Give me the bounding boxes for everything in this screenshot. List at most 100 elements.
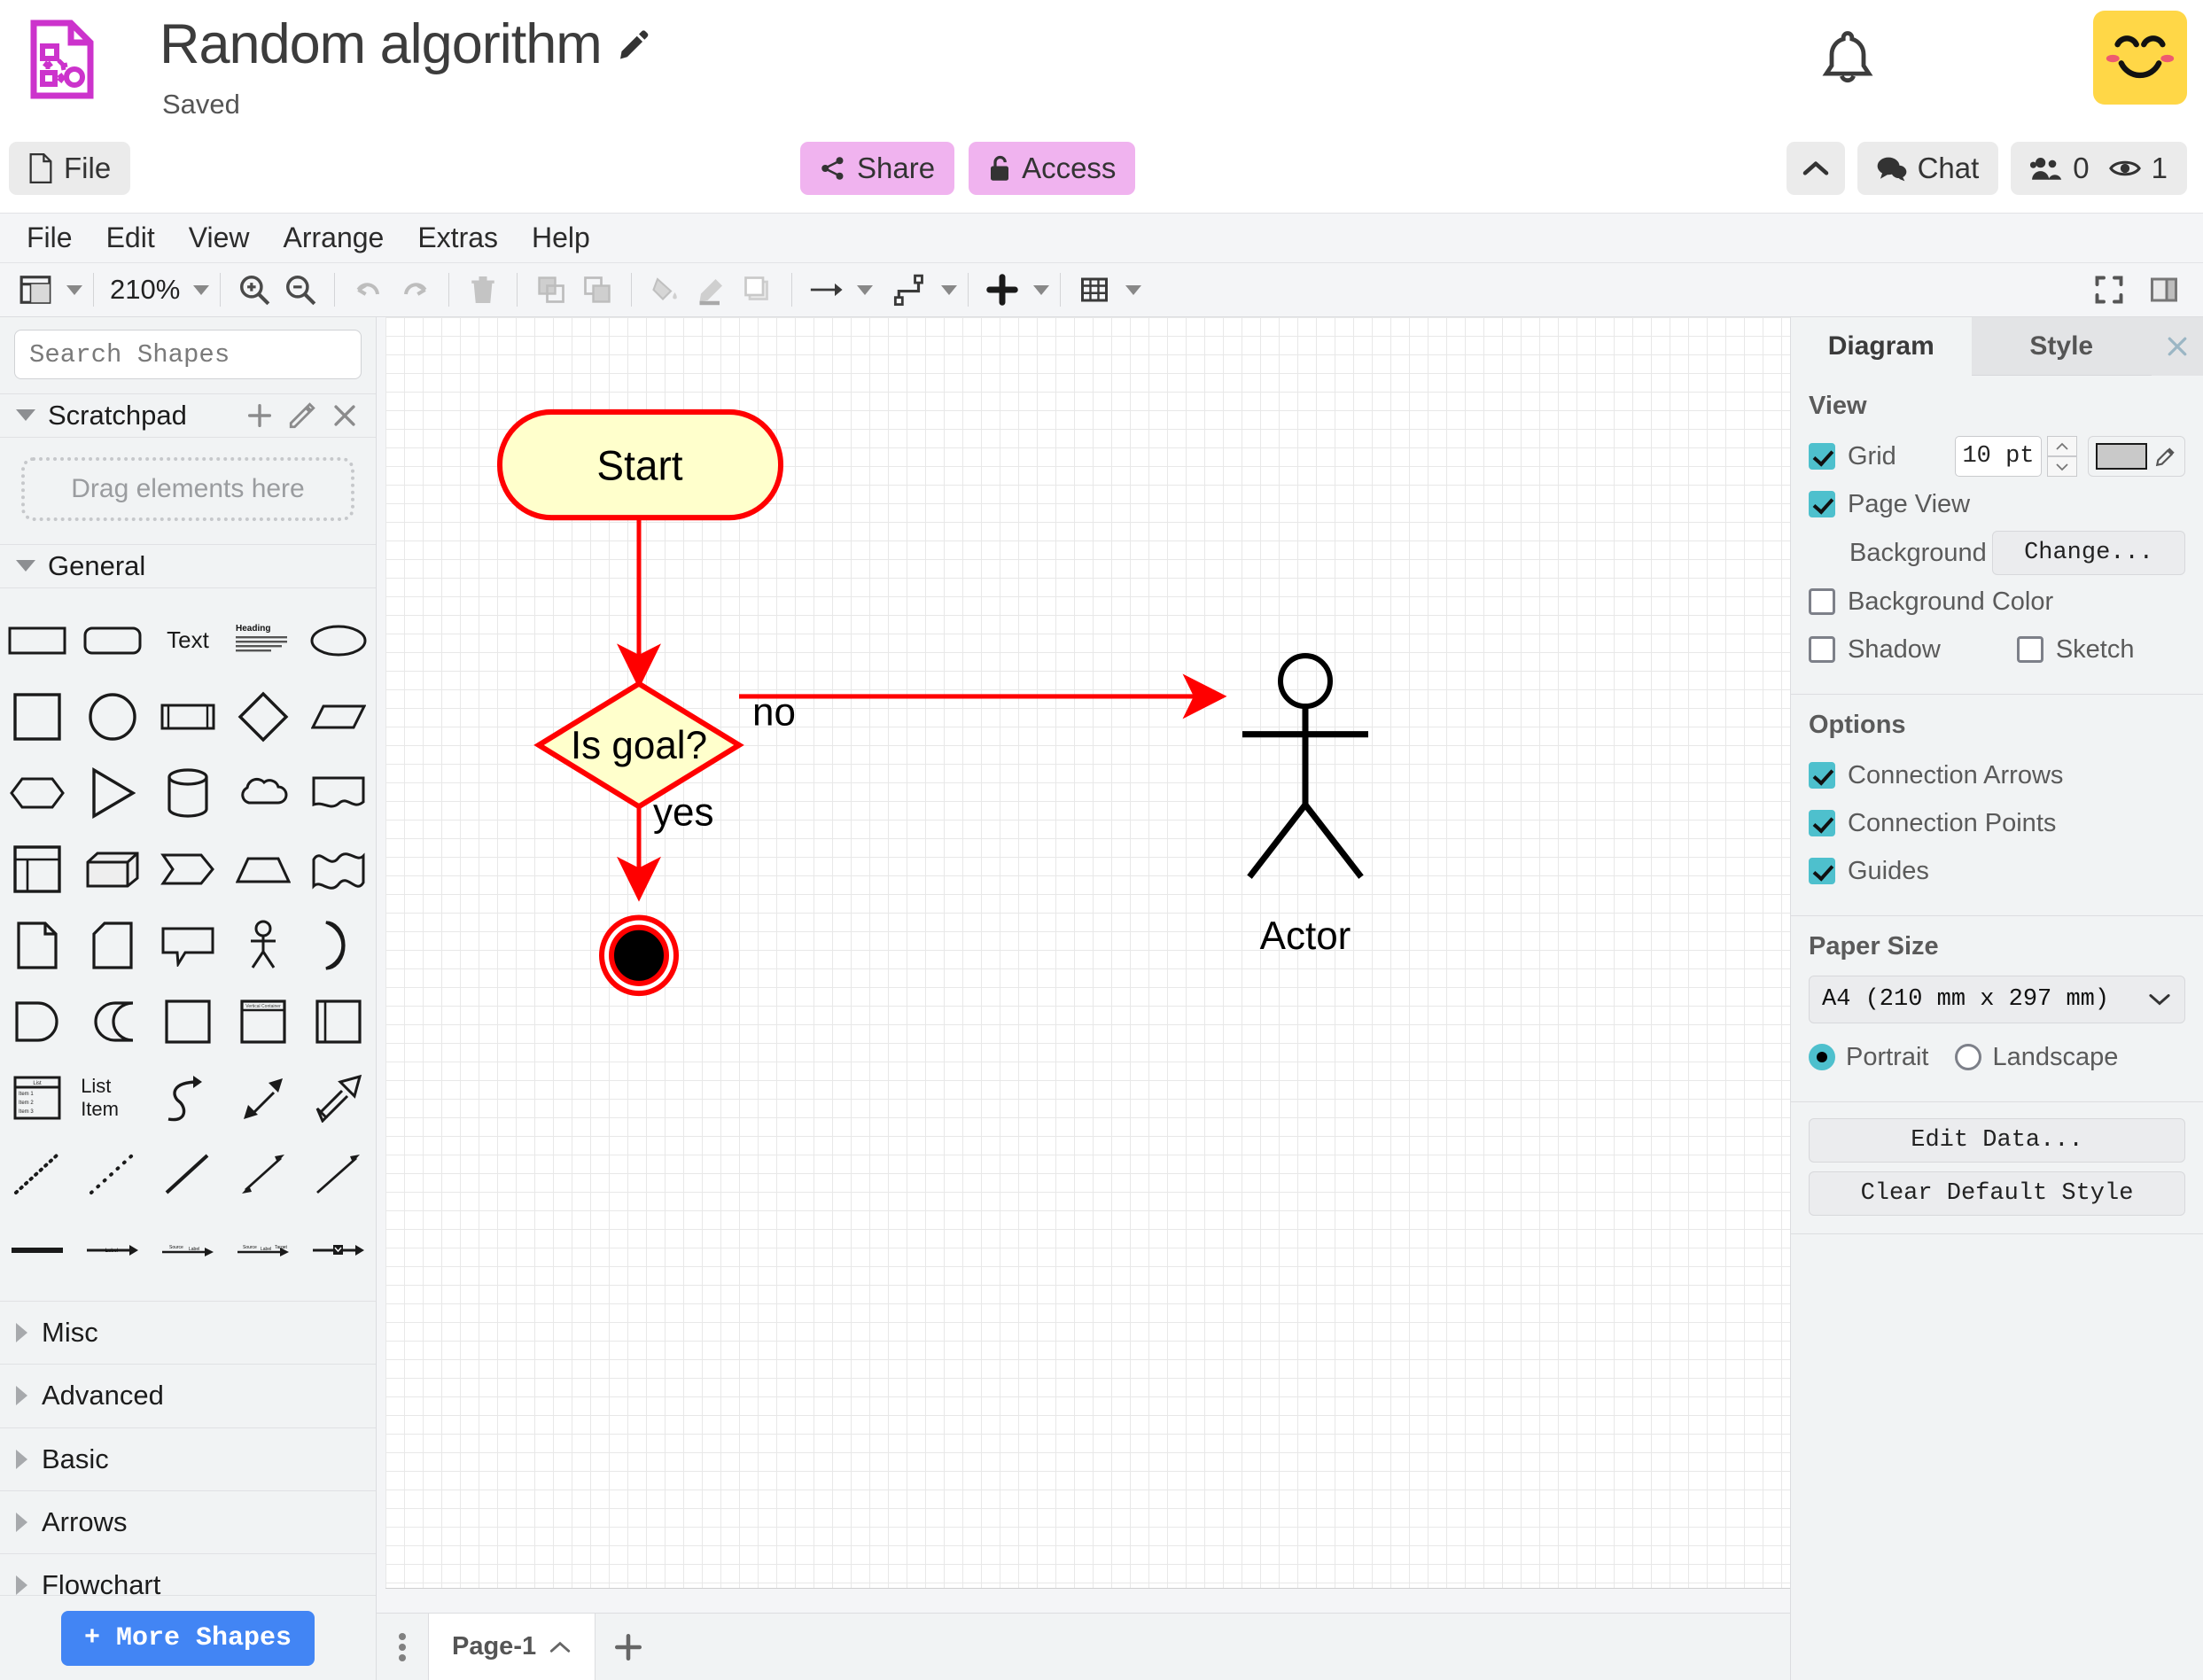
edit-data-button[interactable]: Edit Data...: [1809, 1118, 2185, 1163]
node-actor[interactable]: Actor: [1242, 652, 1368, 958]
insert-plus-icon[interactable]: [979, 267, 1025, 313]
zoom-in-icon[interactable]: [231, 267, 277, 313]
diagram-canvas[interactable]: Start Is goal? no yes Actor: [377, 317, 1790, 1613]
sidebar-category-basic[interactable]: Basic: [0, 1427, 376, 1490]
shape-square[interactable]: [5, 688, 69, 746]
clear-default-style-button[interactable]: Clear Default Style: [1809, 1171, 2185, 1216]
shape-actor[interactable]: [231, 916, 295, 975]
search-input[interactable]: [29, 339, 354, 369]
collaborators-button[interactable]: 0 1: [2011, 142, 2187, 195]
shape-rounded-rectangle[interactable]: [81, 611, 144, 670]
shape-cube[interactable]: [81, 840, 144, 898]
grid-color-picker[interactable]: [2088, 436, 2185, 477]
grid-checkbox[interactable]: [1809, 443, 1835, 470]
sidebar-category-advanced[interactable]: Advanced: [0, 1364, 376, 1427]
stepper-up[interactable]: [2047, 436, 2077, 456]
shape-double-arrow[interactable]: [81, 992, 144, 1051]
shape-horizontal-pool[interactable]: [307, 992, 370, 1051]
view-dropdown-caret[interactable]: [66, 284, 82, 295]
layout-panels-icon[interactable]: [12, 267, 58, 313]
menu-help[interactable]: Help: [518, 218, 604, 258]
connection-arrows-label[interactable]: Connection Arrows: [1848, 761, 2063, 790]
connection-dropdown-caret[interactable]: [857, 284, 874, 295]
tab-diagram[interactable]: Diagram: [1791, 317, 1972, 376]
close-panel-button[interactable]: [2152, 317, 2203, 376]
scratchpad-header[interactable]: Scratchpad: [0, 393, 376, 438]
connection-arrow-icon[interactable]: [803, 267, 849, 313]
shape-card[interactable]: [81, 916, 144, 975]
zoom-level[interactable]: 210%: [105, 274, 185, 306]
eyedropper-icon[interactable]: [2154, 445, 2177, 468]
waypoints-dropdown-caret[interactable]: [941, 284, 958, 295]
shape-solid-line[interactable]: [156, 1145, 220, 1203]
pencil-icon[interactable]: [287, 401, 317, 431]
format-panel-icon[interactable]: [2141, 267, 2187, 313]
fullscreen-icon[interactable]: [2086, 267, 2132, 313]
shape-internal-storage[interactable]: [5, 840, 69, 898]
menu-extras[interactable]: Extras: [403, 218, 512, 258]
line-color-icon[interactable]: [689, 267, 735, 313]
shape-list[interactable]: List Item 1 Item 2 Item 3: [5, 1069, 69, 1127]
shape-tape[interactable]: [307, 840, 370, 898]
waypoints-icon[interactable]: [887, 267, 933, 313]
table-icon[interactable]: [1071, 267, 1117, 313]
redo-icon[interactable]: [392, 267, 438, 313]
page-tab-page-1[interactable]: Page-1: [428, 1614, 596, 1680]
shape-hexagon[interactable]: [5, 764, 69, 822]
landscape-label[interactable]: Landscape: [1992, 1043, 2118, 1072]
guides-checkbox[interactable]: [1809, 858, 1835, 884]
shape-rectangle[interactable]: [5, 611, 69, 670]
avatar[interactable]: [2093, 11, 2187, 105]
connection-points-label[interactable]: Connection Points: [1848, 809, 2056, 838]
menu-file[interactable]: File: [12, 218, 87, 258]
page-view-checkbox[interactable]: [1809, 491, 1835, 517]
shape-process[interactable]: [156, 688, 220, 746]
connection-points-checkbox[interactable]: [1809, 810, 1835, 836]
shape-step[interactable]: [156, 840, 220, 898]
shape-directional-connector[interactable]: [307, 1145, 370, 1203]
landscape-radio[interactable]: [1955, 1044, 1982, 1070]
rename-pencil-icon[interactable]: [618, 28, 650, 60]
connection-arrows-checkbox[interactable]: [1809, 762, 1835, 789]
stepper-down[interactable]: [2047, 456, 2077, 477]
node-start[interactable]: Start: [497, 408, 783, 521]
shape-ellipse[interactable]: [307, 611, 370, 670]
sidebar-category-arrows[interactable]: Arrows: [0, 1489, 376, 1553]
node-end[interactable]: [599, 914, 679, 997]
bring-to-front-icon[interactable]: [528, 267, 574, 313]
grid-label[interactable]: Grid: [1848, 442, 1896, 471]
shape-text[interactable]: Text: [156, 611, 220, 670]
page-view-label[interactable]: Page View: [1848, 490, 1970, 519]
insert-dropdown-caret[interactable]: [1033, 284, 1050, 295]
shape-vertical-container[interactable]: Vertical Container: [231, 992, 295, 1051]
shape-parallelogram[interactable]: [307, 688, 370, 746]
shape-trapezoid[interactable]: [231, 840, 295, 898]
collapse-header-button[interactable]: [1786, 142, 1845, 195]
shadow-label[interactable]: Shadow: [1848, 635, 1941, 665]
plus-icon[interactable]: [245, 401, 275, 431]
shape-container[interactable]: [156, 992, 220, 1051]
shape-list-item[interactable]: List Item: [81, 1069, 144, 1127]
menu-edit[interactable]: Edit: [92, 218, 169, 258]
shape-bidirectional-block-arrow[interactable]: [231, 1069, 295, 1127]
shape-dashed-line[interactable]: [81, 1145, 144, 1203]
menu-view[interactable]: View: [175, 218, 264, 258]
add-page-button[interactable]: [596, 1614, 661, 1680]
sidebar-category-misc[interactable]: Misc: [0, 1300, 376, 1364]
background-color-label[interactable]: Background Color: [1848, 587, 2053, 617]
grid-size-input[interactable]: 10 pt: [1955, 436, 2042, 477]
shape-edge-with-icon[interactable]: [307, 1221, 370, 1279]
guides-label[interactable]: Guides: [1848, 857, 1929, 886]
sketch-checkbox[interactable]: [2016, 636, 2043, 663]
page-menu-button[interactable]: [377, 1614, 428, 1680]
background-color-checkbox[interactable]: [1809, 588, 1835, 615]
file-button[interactable]: File: [9, 142, 131, 195]
change-background-button[interactable]: Change...: [1992, 531, 2185, 575]
portrait-radio[interactable]: [1809, 1044, 1835, 1070]
shape-textbox-heading[interactable]: Heading: [231, 611, 295, 670]
grid-size-stepper[interactable]: [2047, 436, 2077, 477]
shape-or[interactable]: [307, 916, 370, 975]
shape-rhombus[interactable]: [231, 688, 295, 746]
bell-icon[interactable]: [1816, 27, 1880, 90]
shape-triangle[interactable]: [81, 764, 144, 822]
